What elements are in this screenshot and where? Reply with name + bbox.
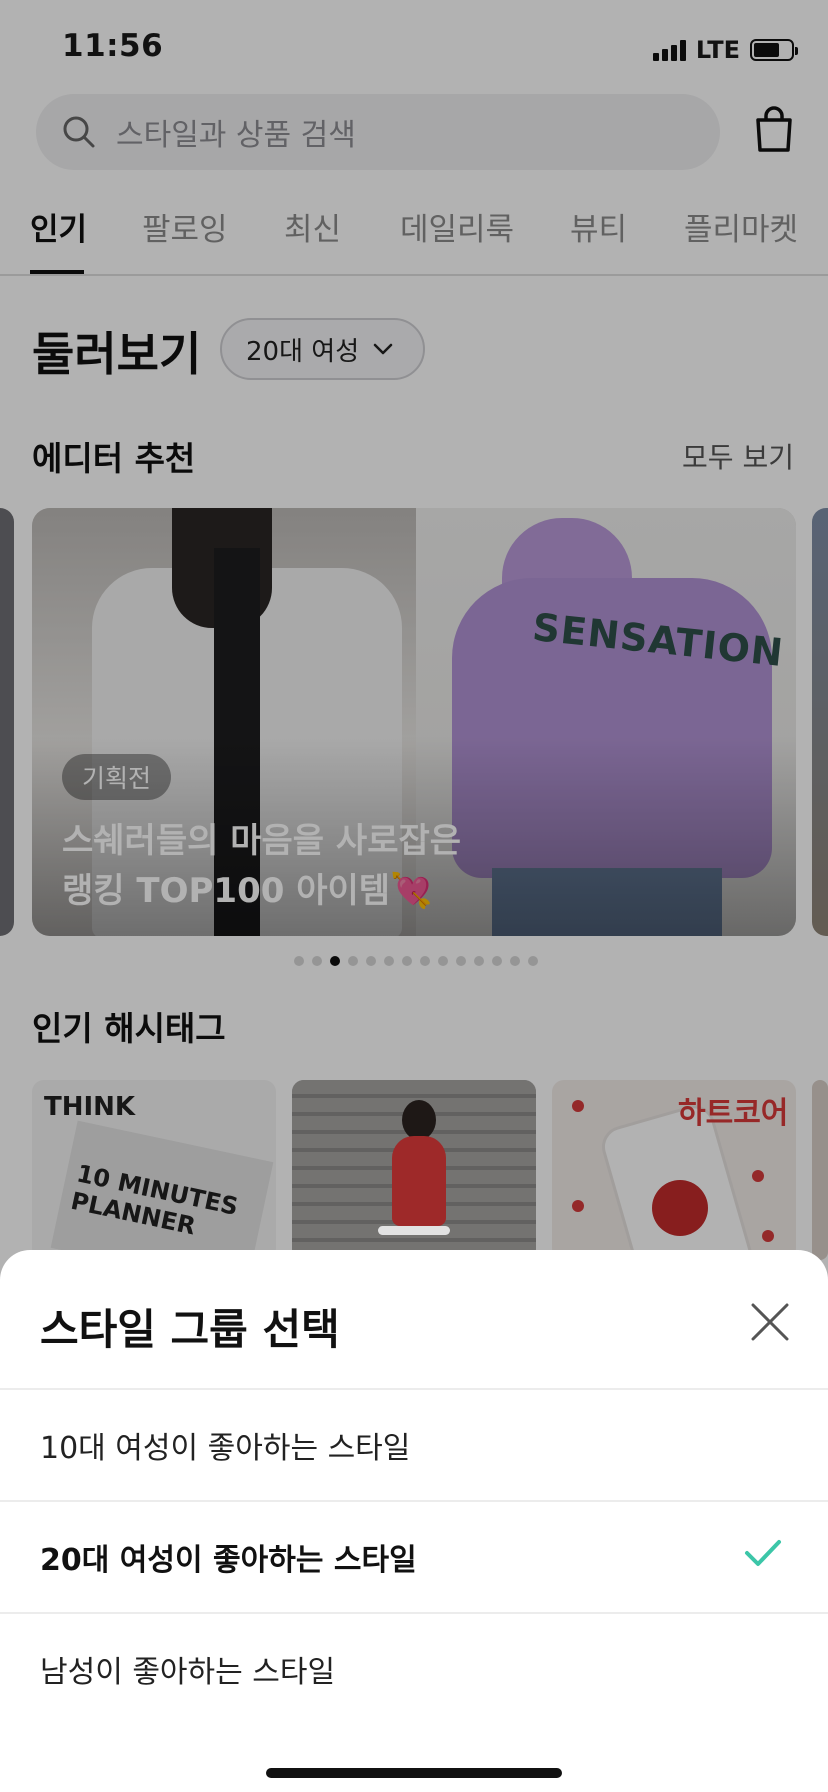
check-icon <box>745 1540 781 1566</box>
app-screen: 11:56 LTE 스타일과 상품 검색 인기 팔로잉 최신 데일리룩 뷰티 플… <box>0 0 828 1792</box>
option-label: 20대 여성이 좋아하는 스타일 <box>40 1543 417 1578</box>
option-men[interactable]: 남성이 좋아하는 스타일 <box>0 1614 828 1724</box>
style-group-sheet: 스타일 그룹 선택 10대 여성이 좋아하는 스타일 20대 여성이 좋아하는 … <box>0 1250 828 1792</box>
sheet-title: 스타일 그룹 선택 <box>40 1305 340 1354</box>
option-twenties-women[interactable]: 20대 여성이 좋아하는 스타일 <box>0 1502 828 1612</box>
option-label: 남성이 좋아하는 스타일 <box>40 1655 336 1690</box>
home-indicator[interactable] <box>266 1768 562 1778</box>
close-icon[interactable] <box>750 1302 790 1342</box>
sheet-drag-handle[interactable] <box>378 1226 450 1235</box>
option-label: 10대 여성이 좋아하는 스타일 <box>40 1431 411 1466</box>
option-teen-women[interactable]: 10대 여성이 좋아하는 스타일 <box>0 1390 828 1500</box>
